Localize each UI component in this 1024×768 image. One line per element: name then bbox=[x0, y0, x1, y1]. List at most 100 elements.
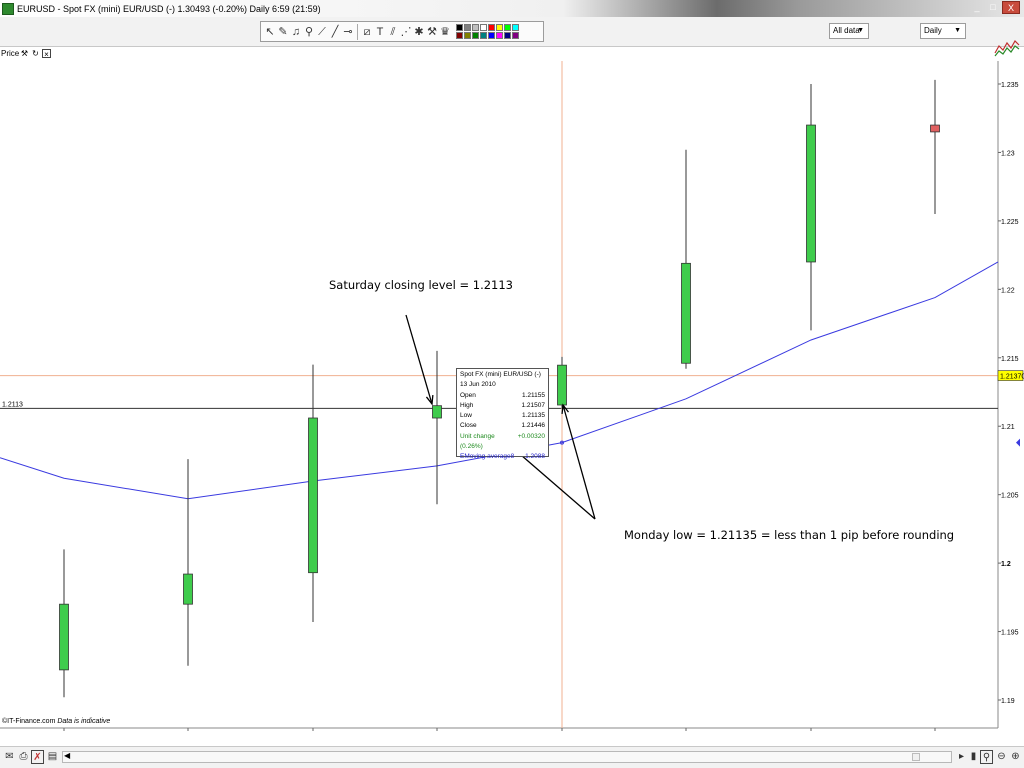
tooltip-label: Open bbox=[460, 391, 476, 399]
candle-body bbox=[59, 603, 69, 671]
color-swatch[interactable] bbox=[512, 24, 519, 31]
color-palette[interactable] bbox=[456, 24, 519, 39]
y-tick-label: 1.22 bbox=[1001, 287, 1015, 294]
tooltip-value: +0.00320 bbox=[517, 432, 545, 440]
gann-icon[interactable]: ✱ bbox=[413, 24, 425, 40]
y-tick-label: 1.225 bbox=[1001, 219, 1019, 226]
tooltip-label: Close bbox=[460, 422, 477, 430]
tooltip-value: 1.21446 bbox=[521, 422, 546, 430]
candle-body bbox=[681, 262, 691, 364]
cursor-icon[interactable]: ↖ bbox=[264, 24, 276, 40]
tooltip-label: High bbox=[460, 401, 474, 409]
scroll-left-icon[interactable]: ◀ bbox=[64, 751, 70, 760]
window-controls: _ □ X bbox=[970, 1, 1020, 14]
tooltip-row-low: Low 1.21135 bbox=[460, 411, 545, 421]
credit-note: Data is indicative bbox=[57, 718, 111, 725]
wrench-icon[interactable]: ⚒ bbox=[20, 49, 29, 58]
close-button[interactable]: X bbox=[1002, 1, 1020, 14]
zoom-fit-icon[interactable]: ⚲ bbox=[980, 750, 993, 764]
zoom-icon[interactable]: ⚲ bbox=[303, 24, 315, 40]
y-tick-label: 1.2 bbox=[1001, 561, 1011, 568]
level-line-label: 1.2113 bbox=[2, 401, 23, 408]
tooltip-label: Low bbox=[460, 412, 472, 420]
trash-icon[interactable]: ♛ bbox=[439, 24, 451, 40]
channel-icon[interactable]: ⫽ bbox=[387, 24, 399, 40]
color-swatch[interactable] bbox=[472, 24, 479, 31]
cross-icon[interactable]: ✗ bbox=[31, 750, 44, 764]
minimize-button[interactable]: _ bbox=[970, 1, 984, 14]
zoom-out-icon[interactable]: ⊖ bbox=[995, 750, 1008, 764]
tooltip-label: EMoving average8 bbox=[460, 453, 515, 461]
tooltip-label: Unit change (0.26%) bbox=[460, 432, 495, 451]
color-swatch[interactable] bbox=[456, 32, 463, 39]
period-dropdown[interactable]: Daily ▼ bbox=[920, 23, 966, 39]
color-swatch[interactable] bbox=[472, 32, 479, 39]
tooltip-title: Spot FX (mini) EUR/USD (-) bbox=[460, 371, 541, 378]
app-icon bbox=[2, 2, 14, 15]
color-swatch[interactable] bbox=[496, 24, 503, 31]
horizontal-scrollbar[interactable]: ◀ bbox=[62, 751, 952, 763]
export-icon[interactable]: ▤ bbox=[46, 750, 59, 764]
tooltip-value: 1.21155 bbox=[521, 391, 545, 399]
email-icon[interactable]: ✉ bbox=[3, 750, 16, 764]
color-swatch[interactable] bbox=[504, 32, 511, 39]
drawing-tools: ↖ ✎ ♫ ⚲ ⟋ ╱ ⊸ ⧄ T ⫽ ⋰ ✱ ⚒ ♛ bbox=[260, 21, 544, 42]
credit-source: ©IT-Finance.com bbox=[2, 718, 56, 725]
chart-header: Price ⚒ ↻ × bbox=[0, 48, 1024, 61]
bottom-bar: ✉ ⎙ ✗ ▤ ◀ ▸ ▮ ⚲ ⊖ ⊕ bbox=[0, 746, 1024, 768]
color-swatch[interactable] bbox=[488, 24, 495, 31]
tooltip-row-moving-average: EMoving average8 1.2088 bbox=[460, 452, 545, 462]
horizontal-line-icon[interactable]: ⊸ bbox=[342, 24, 354, 40]
zoom-in-icon[interactable]: ⊕ bbox=[1009, 750, 1022, 764]
color-swatch[interactable] bbox=[512, 32, 519, 39]
range-dropdown[interactable]: All data ▼ bbox=[829, 23, 869, 39]
toolbar: ↖ ✎ ♫ ⚲ ⟋ ╱ ⊸ ⧄ T ⫽ ⋰ ✱ ⚒ ♛ All data ▼ D… bbox=[0, 17, 1024, 57]
candle-body bbox=[930, 124, 940, 133]
tooltip-value: 1.21135 bbox=[521, 412, 545, 420]
crosshair-price-label: 1.21370 bbox=[1000, 374, 1024, 381]
wrench-icon[interactable]: ⚒ bbox=[426, 24, 438, 40]
color-swatch[interactable] bbox=[456, 24, 463, 31]
tooltip-row-high: High 1.21507 bbox=[460, 401, 545, 411]
candle-body bbox=[806, 124, 816, 263]
color-swatch[interactable] bbox=[504, 24, 511, 31]
ray-icon[interactable]: ╱ bbox=[329, 24, 341, 40]
end-icon[interactable]: ▮ bbox=[967, 750, 980, 764]
close-icon[interactable]: × bbox=[42, 49, 51, 59]
tooltip-row-unit-change: Unit change (0.26%) +0.00320 bbox=[460, 432, 545, 453]
candle-body bbox=[557, 364, 567, 406]
window-title: EURUSD - Spot FX (mini) EUR/USD (-) 1.30… bbox=[17, 3, 321, 14]
candle-body bbox=[308, 417, 318, 574]
moving-average-axis-marker bbox=[1016, 438, 1020, 447]
color-swatch[interactable] bbox=[464, 32, 471, 39]
y-tick-label: 1.215 bbox=[1001, 356, 1019, 363]
title-bar: EURUSD - Spot FX (mini) EUR/USD (-) 1.30… bbox=[0, 0, 1024, 17]
pencil-icon[interactable]: ✎ bbox=[277, 24, 289, 40]
tooltip-value: 1.2088 bbox=[525, 453, 545, 461]
y-tick-label: 1.235 bbox=[1001, 82, 1019, 89]
scroll-thumb[interactable] bbox=[912, 753, 920, 761]
candle-body bbox=[432, 405, 442, 419]
y-tick-label: 1.19 bbox=[1001, 698, 1015, 705]
range-dropdown-value: All data bbox=[833, 26, 860, 35]
tooltip-row-close: Close 1.21446 bbox=[460, 421, 545, 431]
bell-icon[interactable]: ♫ bbox=[290, 24, 302, 40]
separator bbox=[357, 23, 358, 40]
fan-icon[interactable]: ⋰ bbox=[400, 24, 412, 40]
maximize-button[interactable]: □ bbox=[986, 1, 1000, 14]
color-swatch[interactable] bbox=[496, 32, 503, 39]
y-tick-label: 1.21 bbox=[1001, 424, 1015, 431]
fibonacci-icon[interactable]: ⧄ bbox=[361, 24, 373, 40]
refresh-icon[interactable]: ↻ bbox=[31, 49, 40, 58]
print-icon[interactable]: ⎙ bbox=[17, 750, 30, 764]
text-icon[interactable]: T bbox=[374, 24, 386, 40]
price-panel-label: Price bbox=[1, 49, 20, 58]
data-tooltip: Spot FX (mini) EUR/USD (-) 13 Jun 2010 O… bbox=[456, 368, 549, 460]
line-icon[interactable]: ⟋ bbox=[316, 24, 328, 40]
color-swatch[interactable] bbox=[480, 24, 487, 31]
color-swatch[interactable] bbox=[464, 24, 471, 31]
y-tick-label: 1.23 bbox=[1001, 150, 1015, 157]
tooltip-date: 13 Jun 2010 bbox=[460, 381, 496, 389]
color-swatch[interactable] bbox=[488, 32, 495, 39]
color-swatch[interactable] bbox=[480, 32, 487, 39]
